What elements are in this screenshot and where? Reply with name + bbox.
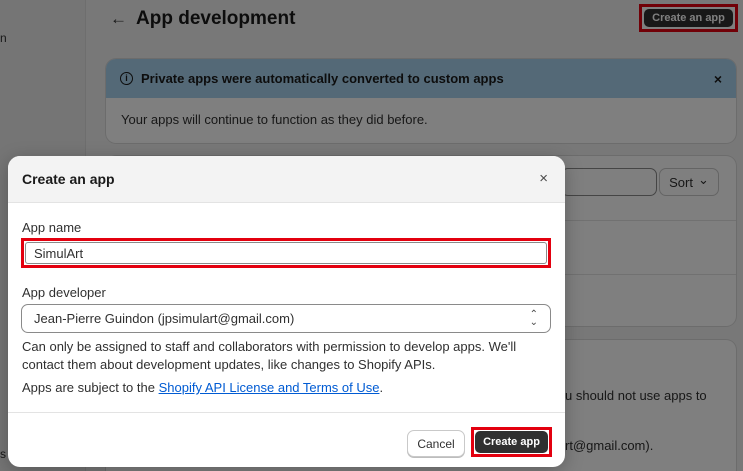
help-text: Can only be assigned to staff and collab… <box>22 339 517 372</box>
select-chevron-icon: ⌃ ⌄ <box>529 309 538 328</box>
app-developer-label: App developer <box>22 285 106 300</box>
app-name-label: App name <box>22 220 82 235</box>
terms-suffix: . <box>379 380 384 395</box>
close-icon[interactable]: × <box>539 170 548 187</box>
modal-header: Create an app × <box>8 156 565 203</box>
terms-link[interactable]: Shopify API License and Terms of Use <box>159 380 380 395</box>
highlight-box: Create app <box>471 427 552 457</box>
highlight-box <box>21 238 551 268</box>
terms-prefix: Apps are subject to the <box>22 380 159 395</box>
modal-title: Create an app <box>22 171 115 187</box>
modal-footer: Cancel Create app <box>8 412 565 467</box>
app-developer-select[interactable]: Jean-Pierre Guindon (jpsimulart@gmail.co… <box>21 304 551 333</box>
app-name-input[interactable] <box>25 242 547 264</box>
cancel-button[interactable]: Cancel <box>407 430 465 457</box>
create-app-modal: Create an app × App name App developer J… <box>8 156 565 467</box>
create-app-button[interactable]: Create app <box>475 431 548 453</box>
terms-text: Apps are subject to the Shopify API Lice… <box>22 380 383 395</box>
app-developer-value: Jean-Pierre Guindon (jpsimulart@gmail.co… <box>34 311 295 326</box>
